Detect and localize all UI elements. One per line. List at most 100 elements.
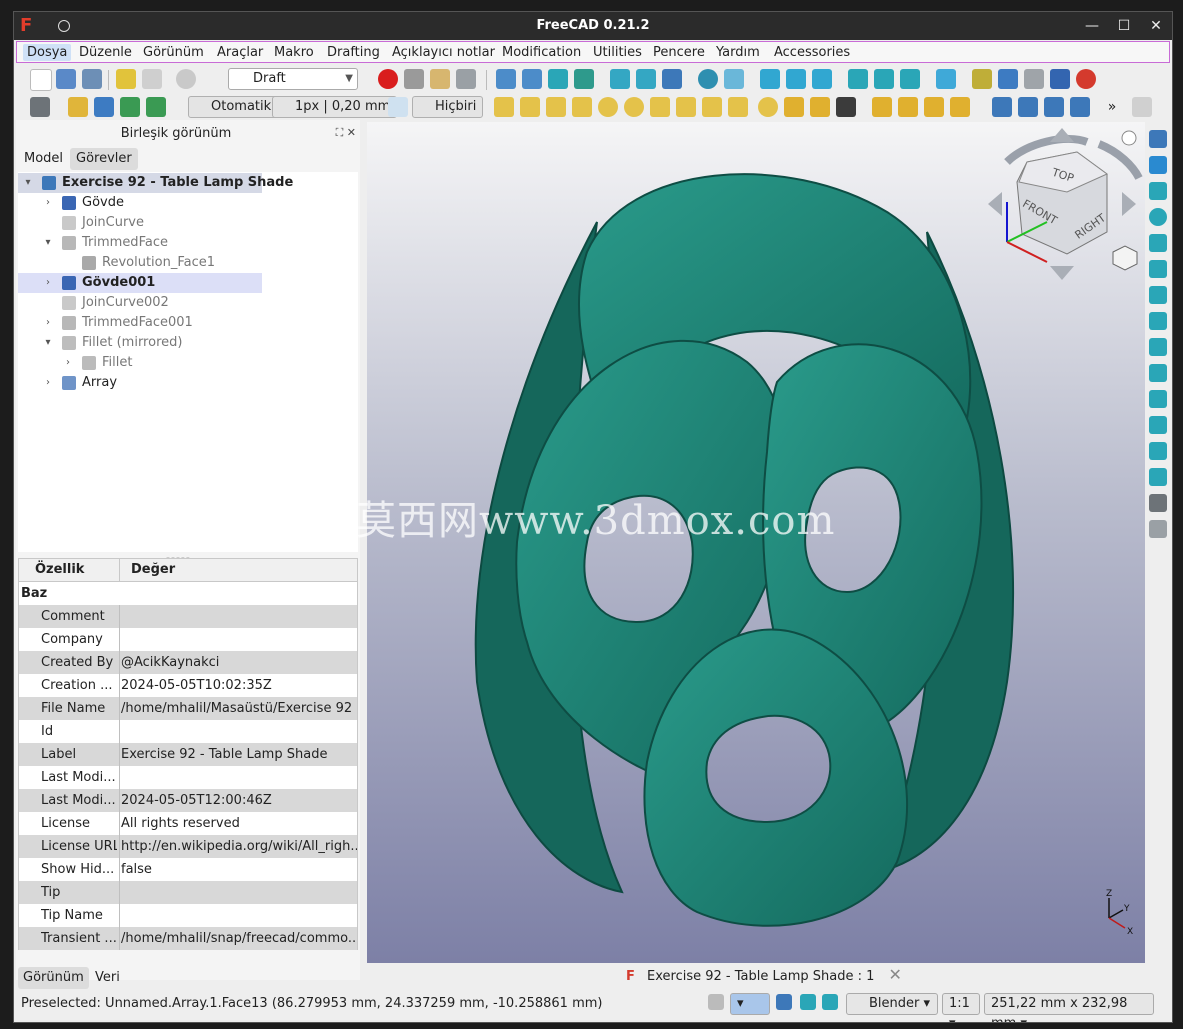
tree-item[interactable]: ▾ TrimmedFace [18, 233, 348, 253]
property-row[interactable]: Last Modi... 2024-05-05T12:00:46Z [19, 789, 357, 812]
dimensions-button[interactable]: 251,22 mm x 232,98 mm ▾ [984, 993, 1154, 1022]
panel-float-close-icons[interactable]: ⛶ ✕ [336, 126, 356, 140]
part-workbench-icon[interactable] [1132, 97, 1152, 117]
navigation-cube[interactable]: TOP FRONT RIGHT [988, 128, 1143, 280]
forward-arrow-icon[interactable] [636, 69, 656, 89]
tree-expander-icon[interactable]: › [42, 373, 54, 393]
property-row[interactable]: Company [19, 628, 357, 651]
document-tab[interactable]: F Exercise 92 - Table Lamp Shade : 1 ✕ [626, 964, 902, 986]
property-row[interactable]: License URL http://en.wikipedia.org/wiki/… [19, 835, 357, 858]
arc-tool-icon[interactable] [572, 97, 592, 117]
snap-intersection-icon[interactable] [1149, 260, 1167, 278]
mirror-tool-icon[interactable] [1070, 97, 1090, 117]
rectangle-tool-icon[interactable] [650, 97, 670, 117]
snap-lock-dropdown[interactable]: ▾ [730, 993, 770, 1015]
undo-icon[interactable] [116, 69, 136, 89]
snap-grid-icon[interactable] [1149, 442, 1167, 460]
polyline-tool-icon[interactable] [520, 97, 540, 117]
snap-endpoint-icon[interactable] [1149, 156, 1167, 174]
menu-araclar[interactable]: Araçlar [213, 44, 267, 61]
record-macro-icon[interactable] [378, 69, 398, 89]
snap-extension-icon[interactable] [1149, 312, 1167, 330]
property-row[interactable]: License All rights reserved [19, 812, 357, 835]
bounding-box-icon[interactable] [574, 69, 594, 89]
stop-macro-icon[interactable] [404, 69, 424, 89]
dimension-tool-icon[interactable] [898, 97, 918, 117]
snap-dimensions-icon[interactable] [1149, 494, 1167, 512]
snap-center-icon[interactable] [1149, 208, 1167, 226]
menu-utilities[interactable]: Utilities [589, 44, 646, 61]
move-tool-icon[interactable] [992, 97, 1012, 117]
ellipse-tool-icon[interactable] [624, 97, 644, 117]
nav-menu-icon[interactable] [1121, 130, 1137, 146]
property-value[interactable]: false [121, 858, 357, 881]
property-row[interactable]: Creation ... 2024-05-05T10:02:35Z [19, 674, 357, 697]
add-to-group-icon[interactable] [146, 97, 166, 117]
snap-near-icon[interactable] [1149, 390, 1167, 408]
set-style-icon[interactable] [94, 97, 114, 117]
property-row[interactable]: Last Modi... [19, 766, 357, 789]
tab-model[interactable]: Model [18, 148, 69, 170]
snap-ortho-icon[interactable] [1149, 416, 1167, 434]
label-tool-icon[interactable] [924, 97, 944, 117]
snap-special-icon[interactable] [1149, 364, 1167, 382]
toggle-grid-icon[interactable] [1149, 520, 1167, 538]
property-row[interactable]: Show Hid... false [19, 858, 357, 881]
property-row[interactable]: Created By @AcikKaynakci [19, 651, 357, 674]
property-value[interactable]: 2024-05-05T12:00:46Z [121, 789, 357, 812]
navigation-style-button[interactable]: Blender ▾ [846, 993, 938, 1015]
property-value[interactable]: Exercise 92 - Table Lamp Shade [121, 743, 357, 766]
snap-parallel-icon[interactable] [1149, 338, 1167, 356]
property-value[interactable]: 2024-05-05T10:02:35Z [121, 674, 357, 697]
front-view-icon[interactable] [760, 69, 780, 89]
tree-item[interactable]: ▾ Exercise 92 - Table Lamp Shade [18, 173, 293, 193]
menu-dosya[interactable]: Dosya [23, 44, 72, 61]
save-icon[interactable] [82, 69, 102, 89]
line-tool-icon[interactable] [494, 97, 514, 117]
open-file-icon[interactable] [56, 69, 76, 89]
property-row[interactable]: Label Exercise 92 - Table Lamp Shade [19, 743, 357, 766]
ortho-icon[interactable] [776, 994, 792, 1010]
menu-yardim[interactable]: Yardım [712, 44, 764, 61]
draw-style-icon[interactable] [548, 69, 568, 89]
nav-arrow-down-icon[interactable] [1050, 266, 1074, 280]
tree-item[interactable]: JoinCurve002 [18, 293, 348, 313]
nav-arrow-left-icon[interactable] [988, 192, 1002, 216]
annotation-style-icon[interactable] [950, 97, 970, 117]
maximize-button[interactable]: ☐ [1114, 16, 1134, 36]
minimize-button[interactable]: — [1082, 16, 1102, 36]
rear-view-icon[interactable] [848, 69, 868, 89]
working-plane-status-icon[interactable] [822, 994, 838, 1010]
snap-midpoint-icon[interactable] [1149, 182, 1167, 200]
construction-group-button[interactable]: Hiçbiri [412, 96, 484, 118]
property-group-row[interactable]: Baz [19, 582, 357, 605]
bottom-view-icon[interactable] [874, 69, 894, 89]
edit-macro-icon[interactable] [430, 69, 450, 89]
property-value[interactable]: All rights reserved [121, 812, 357, 835]
more-tools-icon[interactable]: » [1102, 97, 1122, 117]
refresh-icon[interactable] [176, 69, 196, 89]
property-row[interactable]: Tip Name [19, 904, 357, 927]
menu-drafting[interactable]: Drafting [323, 44, 384, 61]
std-view-icon[interactable] [662, 69, 682, 89]
menu-duzenle[interactable]: Düzenle [75, 44, 136, 61]
text-tool-icon[interactable] [872, 97, 892, 117]
property-value[interactable]: @AcikKaynakci [121, 651, 357, 674]
fit-selection-icon[interactable] [522, 69, 542, 89]
nav-arrow-right-icon[interactable] [1122, 192, 1136, 216]
grid-toggle-icon[interactable] [708, 994, 724, 1010]
zoom-scale-button[interactable]: 1:1 ▾ [942, 993, 980, 1022]
nav-small-cube-icon[interactable] [1112, 245, 1138, 271]
property-row[interactable]: Id [19, 720, 357, 743]
tab-veri[interactable]: Veri [90, 967, 125, 989]
property-row[interactable]: Transient ... /home/mhalil/snap/freecad/c… [19, 927, 357, 950]
add-snap-icon[interactable] [800, 994, 816, 1010]
tree-item[interactable]: JoinCurve [18, 213, 348, 233]
menu-aciklayici-notlar[interactable]: Açıklayıcı notlar [388, 44, 499, 61]
working-plane-icon[interactable] [68, 97, 88, 117]
shapestring-icon[interactable] [810, 97, 830, 117]
property-row[interactable]: File Name/home/mhalil/Masaüstü/Exercise … [19, 697, 357, 720]
fit-all-icon[interactable] [496, 69, 516, 89]
create-part-icon[interactable] [998, 69, 1018, 89]
bspline-tool-icon[interactable] [702, 97, 722, 117]
